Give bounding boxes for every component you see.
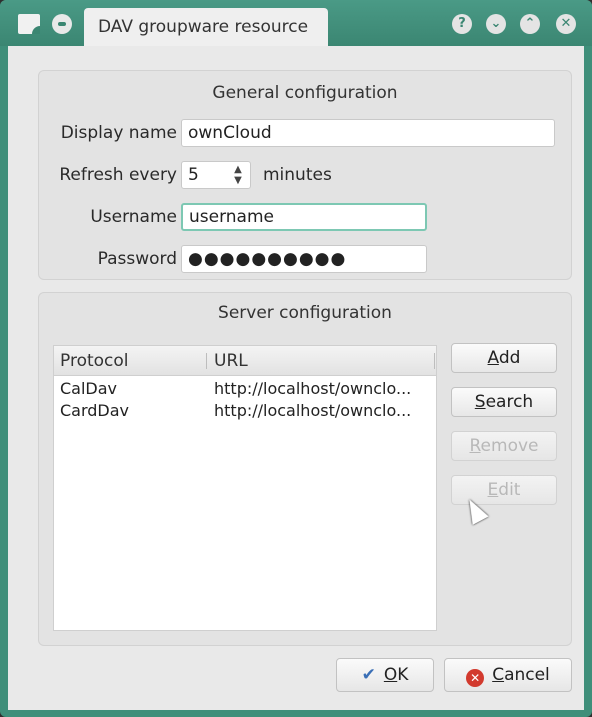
window-title: DAV groupware resource [84,8,328,46]
ok-label: K [397,665,409,685]
server-configuration-title: Server configuration [218,303,392,323]
column-header-url[interactable]: URL [214,346,248,376]
add-accel: A [487,348,499,368]
row-protocol: CalDav [60,379,118,398]
username-label: Username [90,207,177,227]
username-field[interactable]: username [181,203,427,231]
general-configuration-title: General configuration [212,83,398,103]
add-label: dd [498,348,521,368]
column-header-protocol[interactable]: Protocol [60,346,129,376]
dialog-window: DAV groupware resource ? ⌄ ⌃ ✕ General c… [0,0,592,717]
app-icon [18,14,40,34]
refresh-unit-label: minutes [263,165,332,185]
remove-accel: R [469,436,481,456]
column-separator[interactable] [434,353,435,369]
general-configuration-group: General configuration Display name ownCl… [38,70,572,280]
search-accel: S [474,392,486,412]
edit-label: dit [498,480,521,500]
display-name-label: Display name [60,123,177,143]
cancel-accel: C [492,665,505,685]
row-url: http://localhost/ownclo... [214,379,412,398]
checkmark-icon: ✔ [361,665,376,685]
search-button[interactable]: Search [451,387,557,417]
window-menu-icon[interactable] [52,14,72,34]
refresh-interval-spinbox[interactable]: 5 ▲ ▼ [181,161,251,189]
server-list[interactable]: Protocol URL CalDav http://localhost/own… [53,345,437,631]
minimize-icon[interactable]: ⌄ [486,14,506,34]
ok-button[interactable]: ✔ OK [336,658,434,692]
list-item[interactable]: CardDav http://localhost/ownclo... [54,400,436,422]
refresh-label: Refresh every [59,165,177,185]
password-field[interactable]: ●●●●●●●●●● [181,245,427,273]
spin-arrows-icon[interactable]: ▲ ▼ [230,164,246,186]
display-name-field[interactable]: ownCloud [181,119,555,147]
edit-accel: E [487,480,499,500]
dialog-body: General configuration Display name ownCl… [8,46,584,710]
list-header: Protocol URL [54,346,436,376]
remove-button[interactable]: Remove [451,431,557,461]
maximize-icon[interactable]: ⌃ [520,14,540,34]
remove-label: emove [480,436,539,456]
list-item[interactable]: CalDav http://localhost/ownclo... [54,378,436,400]
column-separator[interactable] [206,353,207,369]
refresh-interval-value: 5 [188,165,199,185]
row-url: http://localhost/ownclo... [214,401,412,420]
search-label: earch [485,392,534,412]
row-protocol: CardDav [60,401,130,420]
password-label: Password [97,249,177,269]
add-button[interactable]: Add [451,343,557,373]
ok-accel: O [383,665,398,685]
close-icon[interactable]: ✕ [556,14,576,34]
help-icon[interactable]: ? [452,14,472,34]
cancel-label: ancel [504,665,550,685]
title-bar[interactable]: DAV groupware resource ? ⌄ ⌃ ✕ [0,0,592,46]
cancel-icon: ✕ [466,669,485,687]
server-configuration-group: Server configuration Protocol URL CalDav… [38,292,572,646]
cancel-button[interactable]: ✕ Cancel [444,658,572,692]
